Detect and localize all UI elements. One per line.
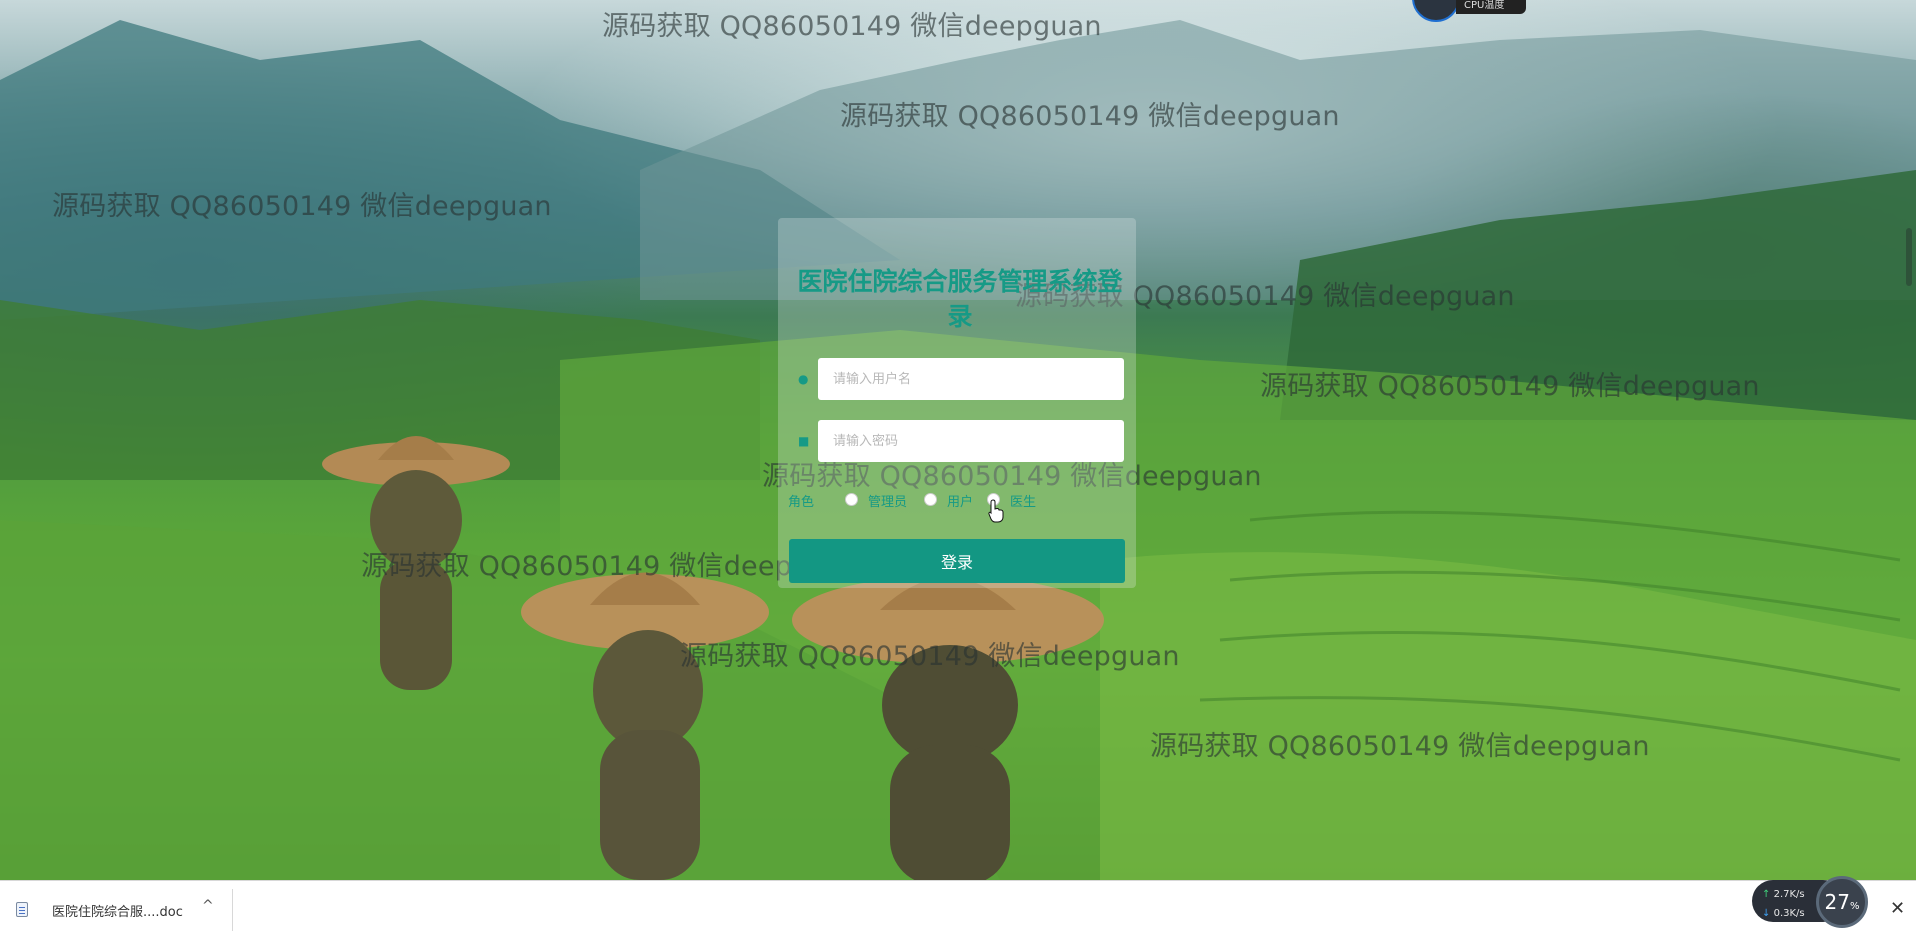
- watermark-text: 源码获取 QQ86050149 微信deepguan: [52, 191, 552, 222]
- cpu-temperature-label: CPU温度: [1456, 0, 1526, 14]
- role-label-admin: 管理员: [868, 495, 908, 510]
- role-radio-admin[interactable]: [845, 493, 858, 506]
- cursor-hand-icon: [988, 499, 1004, 523]
- cpu-temperature-widget[interactable]: CPU温度: [1412, 0, 1526, 22]
- lock-icon: ■: [798, 434, 810, 448]
- watermark-text: 源码获取 QQ86050149 微信deepguan: [840, 101, 1340, 132]
- user-icon: ●: [798, 372, 809, 386]
- divider: [232, 889, 233, 931]
- role-label: 角色: [788, 495, 815, 510]
- login-button[interactable]: 登录: [789, 539, 1125, 583]
- close-icon[interactable]: ✕: [1890, 898, 1905, 919]
- download-bar: 医院住院综合服....doc ^ ✕: [0, 880, 1916, 938]
- login-title: 医院住院综合服务管理系统登录: [797, 267, 1123, 331]
- chevron-up-icon[interactable]: ^: [202, 898, 214, 914]
- cpu-gauge-icon: [1412, 0, 1460, 22]
- username-input[interactable]: [818, 358, 1124, 400]
- upload-speed: ↑ 2.7K/s: [1762, 889, 1805, 900]
- network-speed-widget[interactable]: ↑ 2.7K/s ↓ 0.3K/s 27%: [1752, 876, 1868, 930]
- watermark-text: 源码获取 QQ86050149 微信deepguan: [602, 11, 1102, 42]
- download-file-name[interactable]: 医院住院综合服....doc: [52, 901, 183, 920]
- watermark-text: 源码获取 QQ86050149 微信deepguan: [680, 641, 1180, 672]
- password-input[interactable]: [818, 420, 1124, 462]
- side-scroll-handle[interactable]: [1906, 228, 1912, 286]
- role-radio-user[interactable]: [924, 493, 937, 506]
- role-label-doctor: 医生: [1010, 495, 1037, 510]
- download-speed: ↓ 0.3K/s: [1762, 908, 1805, 919]
- watermark-text: 源码获取 QQ86050149 微信deepguan: [1260, 371, 1760, 402]
- file-doc-icon: [16, 902, 28, 917]
- watermark-text: 源码获取 QQ86050149 微信deepguan: [1150, 731, 1650, 762]
- memory-usage-circle: 27%: [1816, 876, 1868, 928]
- role-label-user: 用户: [947, 495, 974, 510]
